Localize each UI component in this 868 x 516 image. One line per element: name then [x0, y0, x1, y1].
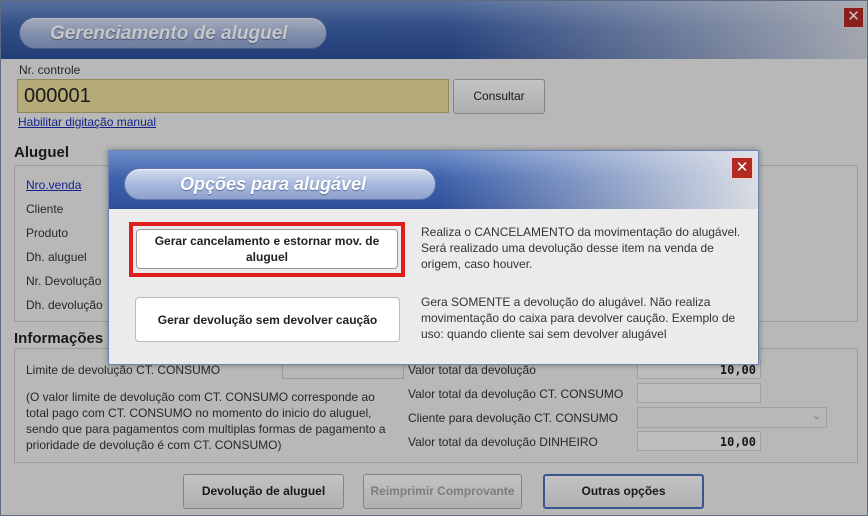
devolucao-description: Gera SOMENTE a devolução do alugável. Nã…: [421, 295, 736, 341]
gerar-cancelamento-button[interactable]: Gerar cancelamento e estornar mov. de al…: [136, 229, 398, 269]
selected-option-highlight: Gerar cancelamento e estornar mov. de al…: [129, 222, 405, 277]
dialog-title-pill: Opções para alugável: [124, 168, 436, 200]
dialog-close-icon[interactable]: ✕: [731, 157, 753, 179]
dialog-title: Opções para alugável: [180, 174, 367, 194]
gerar-devolucao-button[interactable]: Gerar devolução sem devolver caução: [135, 297, 400, 342]
cancelamento-description: Realiza o CANCELAMENTO da movimentação d…: [421, 225, 741, 271]
options-dialog: Opções para alugável ✕ Gerar cancelament…: [108, 150, 759, 365]
